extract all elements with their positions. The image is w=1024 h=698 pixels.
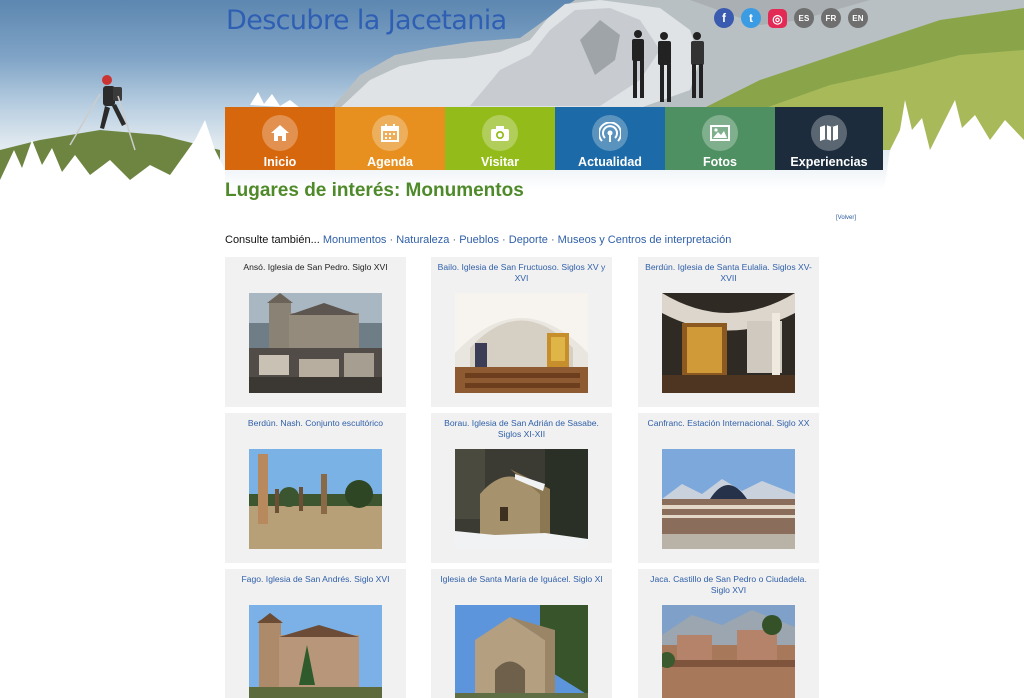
separator: ·	[547, 234, 558, 246]
church-village-photo[interactable]	[249, 293, 382, 393]
monument-card[interactable]: Bailo. Iglesia de San Fructuoso. Siglos …	[431, 257, 612, 407]
language-es-button[interactable]: ES	[794, 8, 814, 28]
card-title[interactable]: Canfranc. Estación Internacional. Siglo …	[644, 418, 813, 429]
home-icon	[262, 115, 298, 151]
monument-card[interactable]: Berdún. Nash. Conjunto escultórico	[225, 413, 406, 563]
nav-fotos[interactable]: Fotos	[665, 107, 775, 170]
nav-experiencias[interactable]: Experiencias	[775, 107, 883, 170]
citadel-photo[interactable]	[662, 605, 795, 698]
link-naturaleza[interactable]: Naturaleza	[396, 234, 449, 246]
monument-card[interactable]: Jaca. Castillo de San Pedro o Ciudadela.…	[638, 569, 819, 698]
language-en-button[interactable]: EN	[848, 8, 868, 28]
nav-label: Actualidad	[578, 155, 642, 169]
monument-card[interactable]: Berdún. Iglesia de Santa Eulalia. Siglos…	[638, 257, 819, 407]
link-museos[interactable]: Museos y Centros de interpretación	[558, 234, 732, 246]
related-prefix: Consulte también...	[225, 234, 320, 246]
related-categories: Consulte también... Monumentos · Natural…	[225, 234, 731, 246]
monument-card[interactable]: Ansó. Iglesia de San Pedro. Siglo XVI	[225, 257, 406, 407]
card-title[interactable]: Berdún. Nash. Conjunto escultórico	[231, 418, 400, 429]
facebook-icon[interactable]: f	[714, 8, 734, 28]
instagram-icon[interactable]: ◎	[768, 9, 787, 28]
separator: ·	[386, 234, 397, 246]
separator: ·	[449, 234, 460, 246]
card-title[interactable]: Ansó. Iglesia de San Pedro. Siglo XVI	[231, 262, 400, 273]
social-and-language-bar: f t ◎ ES FR EN	[714, 8, 868, 28]
card-title[interactable]: Iglesia de Santa María de Iguácel. Siglo…	[437, 574, 606, 585]
nav-label: Visitar	[481, 155, 519, 169]
nav-label: Experiencias	[790, 155, 868, 169]
site-title[interactable]: Descubre la Jacetania	[226, 3, 507, 39]
calendar-icon	[372, 115, 408, 151]
romanesque-church-snow-photo[interactable]	[455, 449, 588, 549]
page-title: Lugares de interés: Monumentos	[225, 180, 524, 201]
nav-label: Agenda	[367, 155, 413, 169]
monument-card[interactable]: Canfranc. Estación Internacional. Siglo …	[638, 413, 819, 563]
stone-church-photo[interactable]	[455, 605, 588, 698]
monument-card[interactable]: Fago. Iglesia de San Andrés. Siglo XVI	[225, 569, 406, 698]
nav-visitar[interactable]: Visitar	[445, 107, 555, 170]
monument-card[interactable]: Borau. Iglesia de San Adrián de Sasabe. …	[431, 413, 612, 563]
card-title[interactable]: Berdún. Iglesia de Santa Eulalia. Siglos…	[644, 262, 813, 284]
nav-label: Fotos	[702, 155, 738, 169]
church-interior-photo[interactable]	[455, 293, 588, 393]
train-station-photo[interactable]	[662, 449, 795, 549]
nav-actualidad[interactable]: Actualidad	[555, 107, 665, 170]
image-icon	[702, 115, 738, 151]
camera-icon	[482, 115, 518, 151]
language-fr-button[interactable]: FR	[821, 8, 841, 28]
nav-inicio[interactable]: Inicio	[225, 107, 335, 170]
nav-label: Inicio	[263, 155, 297, 169]
link-pueblos[interactable]: Pueblos	[459, 234, 499, 246]
card-title[interactable]: Fago. Iglesia de San Andrés. Siglo XVI	[231, 574, 400, 585]
altar-interior-photo[interactable]	[662, 293, 795, 393]
monument-card[interactable]: Iglesia de Santa María de Iguácel. Siglo…	[431, 569, 612, 698]
card-title[interactable]: Borau. Iglesia de San Adrián de Sasabe. …	[437, 418, 606, 440]
village-church-photo[interactable]	[249, 605, 382, 698]
sculpture-field-photo[interactable]	[249, 449, 382, 549]
broadcast-icon	[592, 115, 628, 151]
link-deporte[interactable]: Deporte	[509, 234, 548, 246]
main-navigation: Inicio Agenda Visitar Actualidad Fotos E…	[225, 107, 883, 170]
back-link[interactable]: [Volver]	[836, 215, 856, 221]
nav-agenda[interactable]: Agenda	[335, 107, 445, 170]
separator: ·	[498, 234, 509, 246]
link-monumentos[interactable]: Monumentos	[323, 234, 387, 246]
map-icon	[811, 115, 847, 151]
card-title[interactable]: Bailo. Iglesia de San Fructuoso. Siglos …	[437, 262, 606, 284]
twitter-icon[interactable]: t	[741, 8, 761, 28]
card-title[interactable]: Jaca. Castillo de San Pedro o Ciudadela.…	[644, 574, 813, 596]
